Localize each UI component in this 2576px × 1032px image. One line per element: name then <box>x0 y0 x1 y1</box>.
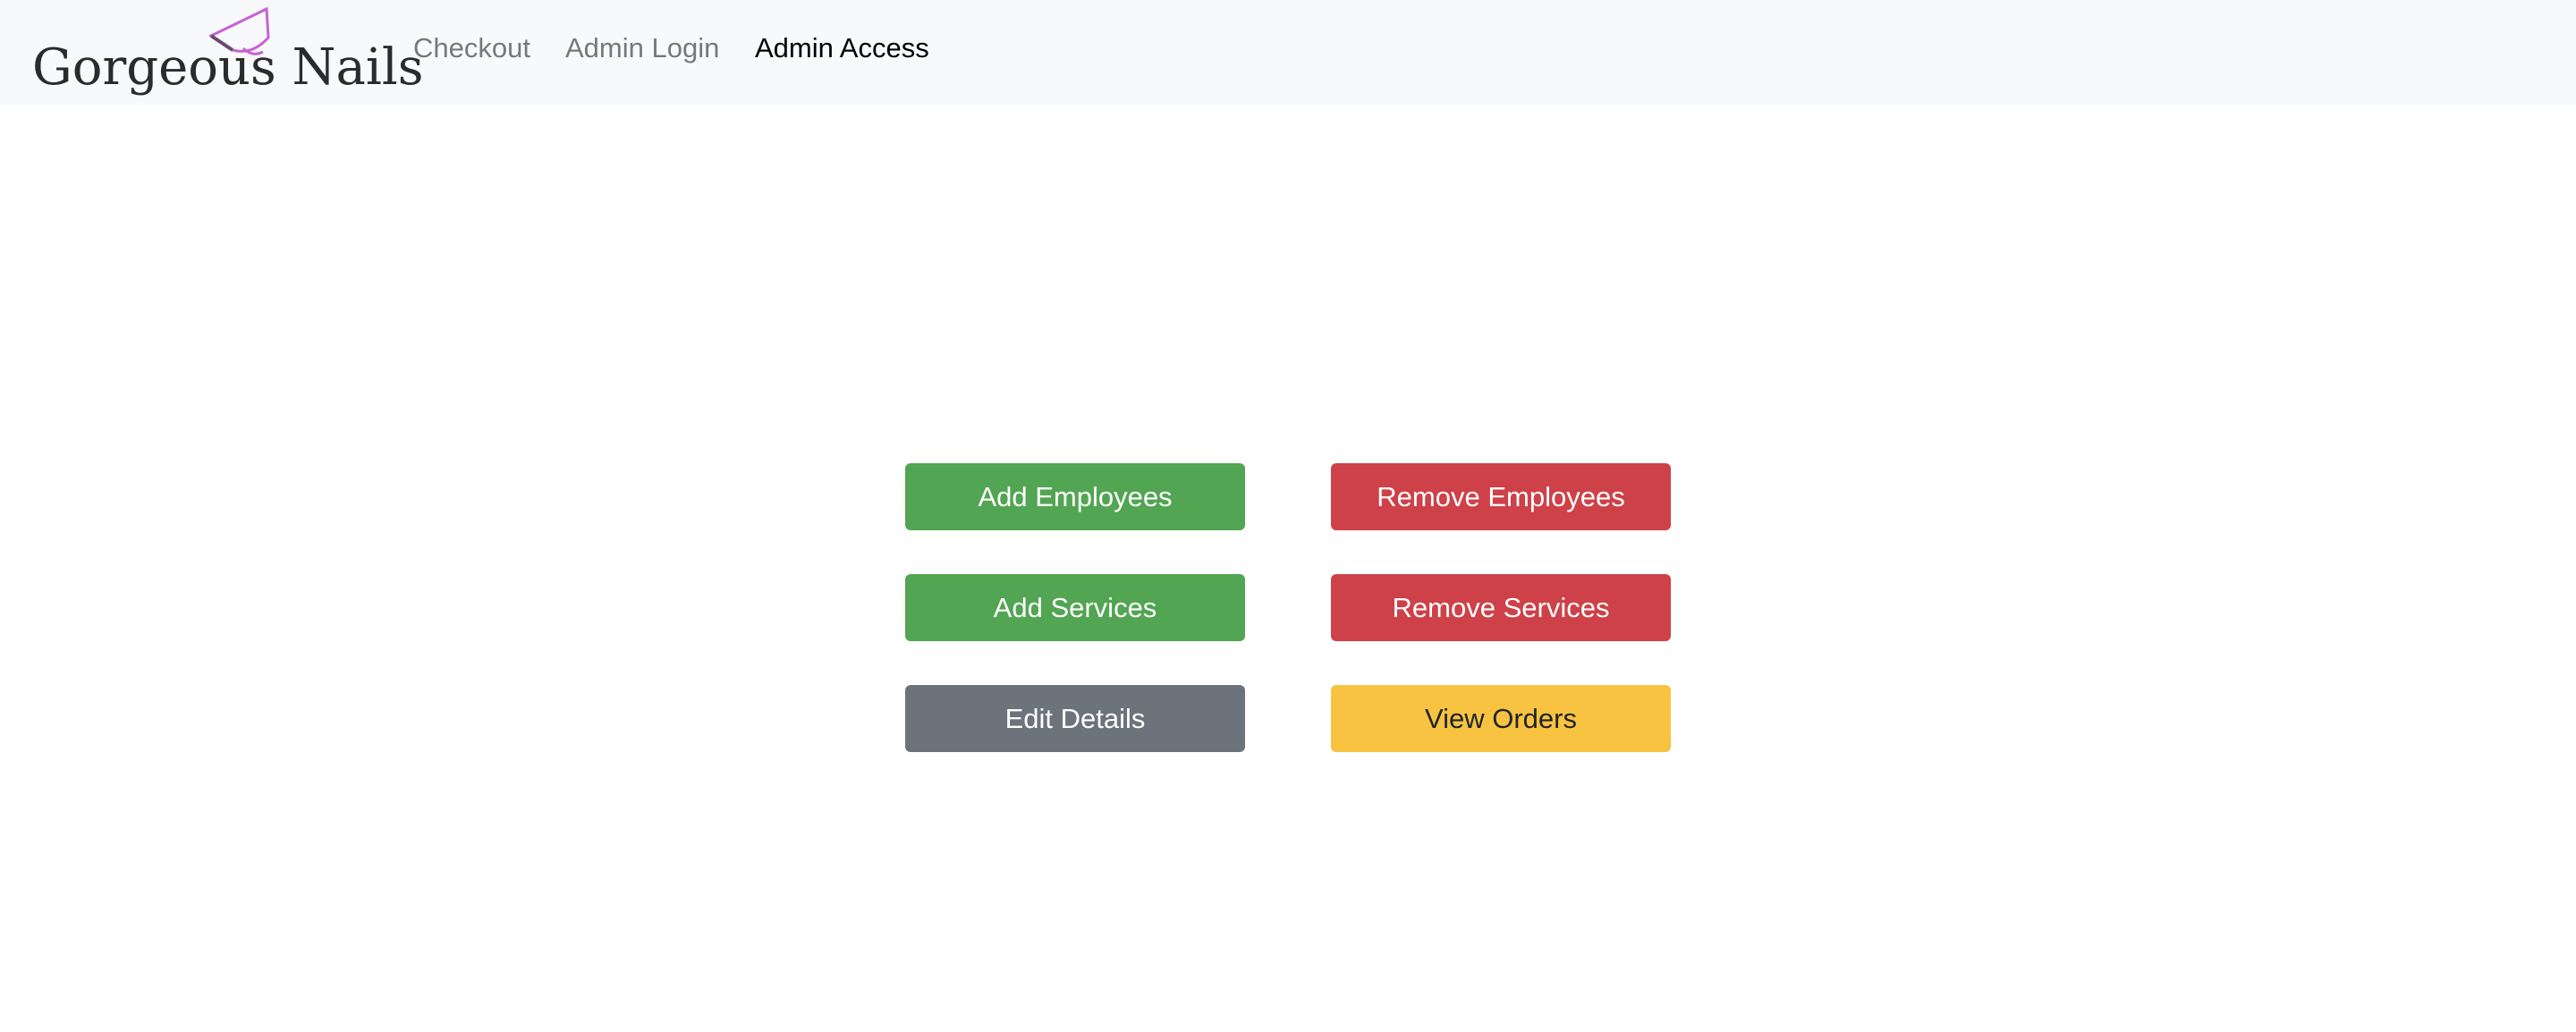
brand-logo-link[interactable]: Gorgeous Nails <box>32 5 423 98</box>
edit-details-button[interactable]: Edit Details <box>905 685 1245 752</box>
remove-services-button[interactable]: Remove Services <box>1331 574 1671 641</box>
add-employees-button[interactable]: Add Employees <box>905 463 1245 530</box>
nav-link-admin-access[interactable]: Admin Access <box>755 30 929 66</box>
view-orders-button[interactable]: View Orders <box>1331 685 1671 752</box>
brand-name: Gorgeous Nails <box>32 38 424 97</box>
nav-link-checkout[interactable]: Checkout <box>413 30 530 66</box>
add-services-button[interactable]: Add Services <box>905 574 1245 641</box>
remove-employees-button[interactable]: Remove Employees <box>1331 463 1671 530</box>
top-navbar: Gorgeous Nails Checkout Admin Login Admi… <box>0 0 2576 105</box>
nav-link-admin-login[interactable]: Admin Login <box>565 30 719 66</box>
